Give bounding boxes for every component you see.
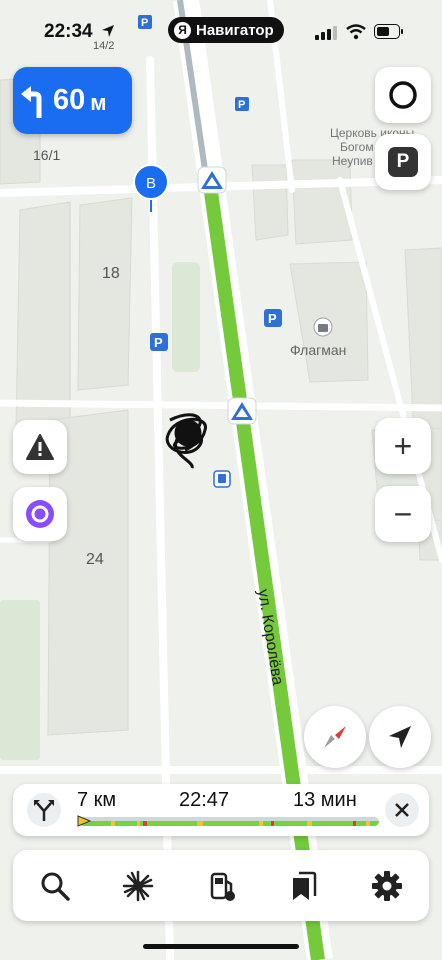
gas-station-icon — [210, 872, 235, 901]
close-icon — [395, 803, 409, 817]
map-label-church-2: Богом — [340, 140, 374, 154]
parking-marker[interactable]: P — [150, 333, 168, 351]
map-label-24: 24 — [86, 551, 104, 568]
alice-circle-button[interactable] — [375, 67, 431, 123]
zoom-in-button[interactable]: + — [375, 418, 431, 474]
svg-text:P: P — [268, 311, 277, 326]
search-icon — [41, 872, 70, 901]
building — [77, 197, 133, 391]
pedestrian-crossing-icon[interactable] — [227, 397, 257, 425]
speedcam-icon — [122, 870, 154, 901]
settings-icon — [372, 870, 403, 901]
building — [15, 201, 71, 431]
route-start-marker — [77, 815, 91, 827]
route-duration: 13 мин — [293, 789, 357, 811]
back-to-app-chip[interactable]: Я Навигатор — [168, 17, 284, 43]
navigation-arrow-icon — [389, 726, 411, 748]
tab-settings[interactable] — [357, 856, 417, 916]
route-traffic-bar — [79, 817, 379, 826]
map-label-church-3: Неупив — [332, 154, 373, 168]
tab-bookmarks[interactable] — [274, 856, 334, 916]
maneuver-distance-unit: м — [90, 89, 107, 115]
alice-voice-button[interactable] — [13, 487, 67, 541]
status-bar: 22:34 Я Навигатор — [0, 0, 442, 60]
fork-icon — [34, 800, 54, 821]
report-incident-button[interactable] — [13, 420, 67, 474]
status-time: 22:34 — [44, 21, 93, 42]
compass-icon — [324, 726, 346, 748]
parking-icon: P — [388, 147, 418, 177]
green-area — [172, 262, 200, 372]
building — [251, 164, 289, 241]
route-info-panel[interactable]: 7 км 22:47 13 мин — [13, 784, 429, 836]
map-label-18: 18 — [102, 265, 120, 282]
battery-icon — [374, 24, 403, 39]
alternative-routes-button[interactable] — [27, 793, 61, 827]
parking-marker[interactable]: P — [235, 97, 249, 111]
svg-text:P: P — [238, 99, 245, 111]
compass-button[interactable] — [304, 706, 366, 768]
home-indicator[interactable] — [143, 944, 299, 949]
circle-icon — [389, 81, 417, 109]
bus-stop-icon[interactable] — [213, 470, 231, 488]
turn-left-icon — [21, 85, 42, 118]
street — [0, 399, 442, 412]
zoom-in-label: + — [393, 428, 413, 464]
close-route-button[interactable] — [385, 793, 419, 827]
app-name: Навигатор — [196, 21, 274, 39]
map-label-16-1: 16/1 — [33, 147, 60, 163]
warning-icon — [26, 434, 54, 460]
svg-text:B: B — [146, 175, 156, 192]
yandex-logo: Я — [174, 21, 191, 39]
route-distance: 7 км — [77, 789, 117, 811]
shop-icon[interactable] — [313, 317, 333, 337]
green-area — [0, 600, 40, 760]
svg-text:P: P — [154, 335, 163, 350]
alice-icon — [26, 500, 54, 528]
parking-button[interactable]: P — [375, 134, 431, 190]
my-location-button[interactable] — [369, 706, 431, 768]
tab-gas-stations[interactable] — [191, 856, 251, 916]
zoom-out-button[interactable]: − — [375, 486, 431, 542]
wifi-icon — [346, 24, 366, 40]
maneuver-distance: 60 — [53, 84, 86, 116]
tab-speedcams[interactable] — [108, 856, 168, 916]
route-arrival-time: 22:47 — [179, 789, 230, 811]
parking-marker[interactable]: P — [264, 309, 282, 327]
signal-icon — [315, 26, 337, 40]
bookmarks-icon — [293, 871, 317, 900]
zoom-out-label: − — [393, 496, 413, 532]
tab-search[interactable] — [25, 856, 85, 916]
location-arrow-icon — [102, 25, 114, 37]
pedestrian-crossing-icon[interactable] — [197, 166, 227, 194]
maneuver-panel[interactable]: 60 м — [13, 67, 132, 134]
bottom-toolbar — [13, 850, 429, 921]
map-label-flagman: Флагман — [290, 342, 346, 358]
